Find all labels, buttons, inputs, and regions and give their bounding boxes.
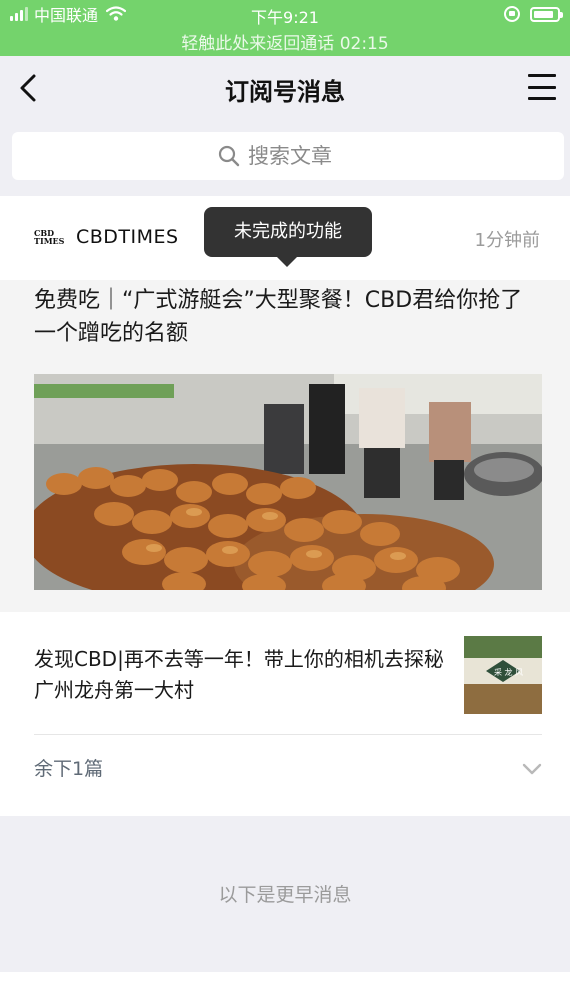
more-articles-row[interactable]: 余下1篇 — [34, 752, 542, 792]
battery-fill — [534, 10, 553, 18]
search-icon — [218, 145, 240, 167]
sub-article-item[interactable]: 发现CBD|再不去等一年！带上你的相机去探秘广州龙舟第一大村 采 龙 风 — [34, 634, 542, 714]
next-card-edge — [0, 972, 570, 994]
page-title: 订阅号消息 — [225, 78, 345, 106]
battery-icon — [530, 6, 563, 22]
thumb-text: 采 龙 风 — [494, 667, 523, 677]
logo-mark: CBD TIMES — [34, 228, 65, 246]
status-bar: 中国联通 下午9:21 轻触此处来返回通话 02:15 — [0, 0, 570, 56]
sub-article-card: 发现CBD|再不去等一年！带上你的相机去探秘广州龙舟第一大村 采 龙 风 余下1… — [0, 612, 570, 816]
dragon-boat-thumbnail-image: 采 龙 风 — [464, 636, 542, 714]
sub-article-thumbnail[interactable]: 采 龙 风 — [464, 636, 542, 714]
chevron-down-icon — [522, 763, 542, 775]
divider — [34, 734, 542, 735]
sub-article-title[interactable]: 发现CBD|再不去等一年！带上你的相机去探秘广州龙舟第一大村 — [34, 644, 444, 706]
search-input[interactable] — [248, 144, 358, 168]
status-right — [504, 4, 563, 24]
more-articles-label: 余下1篇 — [34, 758, 104, 780]
time-ago: 1分钟前 — [474, 230, 540, 251]
hero-image[interactable] — [34, 374, 542, 590]
main-article[interactable]: 免费吃｜“广式游艇会”大型聚餐！CBD君给你抢了一个蹭吃的名额 — [0, 280, 570, 612]
search-bar[interactable] — [12, 132, 564, 180]
status-time: 下午9:21 — [251, 8, 319, 27]
account-name: CBDTIMES — [76, 226, 179, 248]
return-to-call-banner[interactable]: 轻触此处来返回通话 02:15 — [0, 29, 570, 54]
earlier-messages-label: 以下是更早消息 — [218, 884, 352, 906]
tooltip: 未完成的功能 — [204, 207, 372, 267]
hero-photo-roast-chicken — [34, 374, 542, 590]
rotation-lock-icon — [504, 6, 520, 22]
nav-bar: 订阅号消息 — [0, 56, 570, 120]
account-logo: CBD TIMES CBDTIMES — [34, 226, 179, 248]
menu-icon[interactable] — [528, 74, 556, 100]
main-article-title[interactable]: 免费吃｜“广式游艇会”大型聚餐！CBD君给你抢了一个蹭吃的名额 — [34, 284, 544, 350]
